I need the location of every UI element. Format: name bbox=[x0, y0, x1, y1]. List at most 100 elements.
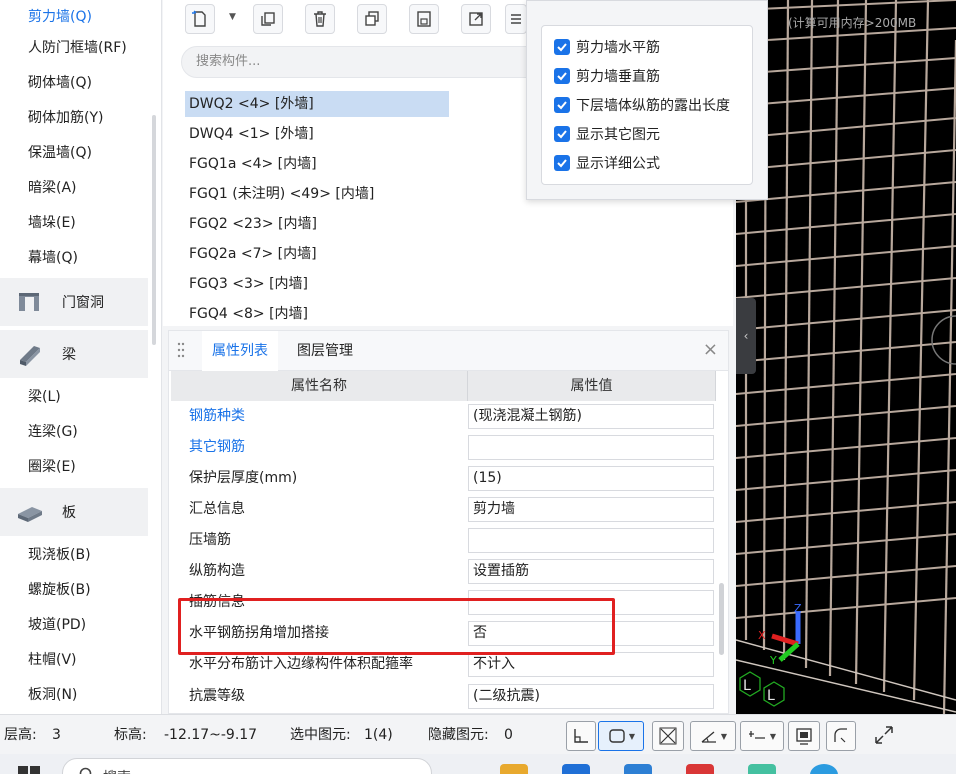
more-button[interactable] bbox=[505, 4, 527, 34]
checkbox-checked-icon[interactable] bbox=[554, 39, 570, 55]
sidebar-item-masonry-wall[interactable]: 砌体墙(Q) bbox=[0, 66, 150, 101]
copy-component-button[interactable] bbox=[253, 4, 283, 34]
new-component-button[interactable] bbox=[185, 4, 215, 34]
option-lower-wall-exposed-length[interactable]: 下层墙体纵筋的露出长度 bbox=[554, 92, 730, 118]
component-item[interactable]: FGQ2a <7> [内墙] bbox=[185, 241, 317, 267]
app-icon[interactable] bbox=[624, 764, 652, 774]
chevron-down-icon[interactable]: ▼ bbox=[721, 732, 727, 741]
close-icon[interactable]: × bbox=[703, 339, 718, 360]
chevron-down-icon[interactable]: ▼ bbox=[770, 732, 776, 741]
sidebar-item-civil-defense-door-frame-wall[interactable]: 人防门框墙(RF) bbox=[0, 31, 150, 66]
arc-tool-button[interactable] bbox=[826, 721, 856, 751]
chevron-down-icon[interactable]: ▼ bbox=[629, 732, 635, 741]
table-row[interactable]: 钢筋种类 (现浇混凝土钢筋) bbox=[171, 401, 716, 432]
trash-icon bbox=[314, 11, 326, 27]
table-row[interactable]: 保护层厚度(mm) (15) bbox=[171, 463, 716, 494]
component-item[interactable]: DWQ2 <4> [外墙] bbox=[185, 91, 449, 117]
component-item[interactable]: FGQ1a <4> [内墙] bbox=[185, 151, 317, 177]
sidebar-group-slab[interactable]: 板 bbox=[0, 488, 148, 536]
app-icon[interactable] bbox=[686, 764, 714, 774]
export-button[interactable] bbox=[461, 4, 491, 34]
property-value-field[interactable] bbox=[468, 435, 714, 460]
property-value-field[interactable]: (二级抗震) bbox=[468, 684, 714, 709]
option-show-other-elements[interactable]: 显示其它图元 bbox=[554, 121, 660, 147]
checkbox-checked-icon[interactable] bbox=[554, 97, 570, 113]
sidebar-group-label: 板 bbox=[62, 505, 76, 521]
property-value-field[interactable]: 不计入 bbox=[468, 652, 714, 677]
sidebar-group-beam[interactable]: 梁 bbox=[0, 330, 148, 378]
table-row[interactable]: 压墙筋 bbox=[171, 525, 716, 556]
property-value-field[interactable]: (现浇混凝土钢筋) bbox=[468, 404, 714, 429]
checkbox-checked-icon[interactable] bbox=[554, 126, 570, 142]
option-vertical-rebar[interactable]: 剪力墙垂直筋 bbox=[554, 63, 660, 89]
sidebar-item-column-cap[interactable]: 柱帽(V) bbox=[0, 643, 150, 678]
property-value-field[interactable] bbox=[468, 528, 714, 553]
table-row[interactable]: 汇总信息 剪力墙 bbox=[171, 494, 716, 525]
sidebar-item-curtain-wall[interactable]: 幕墙(Q) bbox=[0, 241, 150, 276]
sidebar-item-coupling-beam[interactable]: 连梁(G) bbox=[0, 415, 150, 450]
option-label: 剪力墙水平筋 bbox=[576, 40, 660, 56]
sidebar-item-spiral-slab[interactable]: 螺旋板(B) bbox=[0, 573, 150, 608]
delete-component-button[interactable] bbox=[305, 4, 335, 34]
display-settings-button[interactable] bbox=[788, 721, 820, 751]
offset-input-button[interactable]: ▼ bbox=[740, 721, 784, 751]
browser-icon[interactable] bbox=[810, 764, 838, 774]
tab-property-list[interactable]: 属性列表 bbox=[202, 331, 278, 371]
component-item[interactable]: FGQ4 <8> [内墙] bbox=[185, 301, 308, 327]
sidebar-item-wall-pier[interactable]: 墙垛(E) bbox=[0, 206, 150, 241]
object-snap-button[interactable]: ▼ bbox=[598, 721, 644, 751]
sidebar-item-ring-beam[interactable]: 圈梁(E) bbox=[0, 450, 150, 485]
property-name[interactable]: 其它钢筋 bbox=[189, 432, 245, 463]
sidebar-item-slab-opening[interactable]: 板洞(N) bbox=[0, 678, 150, 713]
sidebar-item-shear-wall[interactable]: 剪力墙(Q) bbox=[0, 0, 150, 35]
app-icon[interactable] bbox=[562, 764, 590, 774]
sidebar-item-cast-in-place-slab[interactable]: 现浇板(B) bbox=[0, 538, 150, 573]
sidebar-item-insulation-wall[interactable]: 保温墙(Q) bbox=[0, 136, 150, 171]
table-row[interactable]: 纵筋构造 设置插筋 bbox=[171, 556, 716, 587]
option-horizontal-rebar[interactable]: 剪力墙水平筋 bbox=[554, 34, 660, 60]
tab-layer-management[interactable]: 图层管理 bbox=[297, 331, 353, 371]
orthogonal-mode-button[interactable] bbox=[566, 721, 596, 751]
sidebar-item-ramp[interactable]: 坡道(PD) bbox=[0, 608, 150, 643]
cross-select-button[interactable] bbox=[652, 721, 684, 751]
component-item[interactable]: FGQ1 (未注明) <49> [内墙] bbox=[185, 181, 374, 207]
checkbox-checked-icon[interactable] bbox=[554, 68, 570, 84]
floor-height-label: 层高: bbox=[4, 727, 37, 743]
windows-start-icon[interactable] bbox=[18, 766, 40, 774]
search-icon bbox=[79, 767, 92, 774]
app-icon[interactable] bbox=[748, 764, 776, 774]
sidebar-item-beam[interactable]: 梁(L) bbox=[0, 380, 150, 415]
property-scrollbar[interactable] bbox=[719, 583, 724, 655]
chevron-down-icon[interactable]: ▼ bbox=[229, 12, 236, 22]
3d-viewport[interactable]: Z X Y L L bbox=[736, 0, 956, 714]
checkbox-checked-icon[interactable] bbox=[554, 155, 570, 171]
sidebar-item-hidden-beam[interactable]: 暗梁(A) bbox=[0, 171, 150, 206]
property-value-field[interactable]: 设置插筋 bbox=[468, 559, 714, 584]
component-item[interactable]: DWQ4 <1> [外墙] bbox=[185, 121, 314, 147]
sidebar-scrollbar[interactable] bbox=[152, 115, 156, 345]
table-row[interactable]: 其它钢筋 bbox=[171, 432, 716, 463]
property-value-field[interactable]: (15) bbox=[468, 466, 714, 491]
slab-icon bbox=[18, 507, 42, 522]
cross-icon bbox=[659, 727, 677, 745]
option-show-detailed-formula[interactable]: 显示详细公式 bbox=[554, 150, 660, 176]
layer-copy-button[interactable] bbox=[357, 4, 387, 34]
taskbar-search-input[interactable]: 搜索 bbox=[62, 758, 432, 774]
property-tabs: 属性列表 图层管理 × bbox=[169, 331, 728, 371]
table-row[interactable]: 抗震等级 (二级抗震) bbox=[171, 681, 716, 712]
sidebar-item-masonry-reinforcement[interactable]: 砌体加筋(Y) bbox=[0, 101, 150, 136]
property-value-field[interactable]: 剪力墙 bbox=[468, 497, 714, 522]
drag-handle-icon[interactable] bbox=[177, 341, 185, 359]
save-template-button[interactable] bbox=[409, 4, 439, 34]
angle-snap-button[interactable]: ▼ bbox=[690, 721, 736, 751]
component-item[interactable]: FGQ3 <3> [内墙] bbox=[185, 271, 308, 297]
collapse-panel-button[interactable]: ‹ bbox=[736, 298, 756, 374]
list-icon bbox=[511, 14, 521, 24]
memory-hint-text: (计算可用内存>200MB bbox=[788, 16, 917, 30]
component-item[interactable]: FGQ2 <23> [内墙] bbox=[185, 211, 317, 237]
fullscreen-button[interactable] bbox=[872, 723, 896, 747]
file-explorer-icon[interactable] bbox=[500, 764, 528, 774]
property-name[interactable]: 钢筋种类 bbox=[189, 401, 245, 432]
option-label: 下层墙体纵筋的露出长度 bbox=[576, 98, 730, 114]
sidebar-group-door-window[interactable]: 门窗洞 bbox=[0, 278, 148, 326]
